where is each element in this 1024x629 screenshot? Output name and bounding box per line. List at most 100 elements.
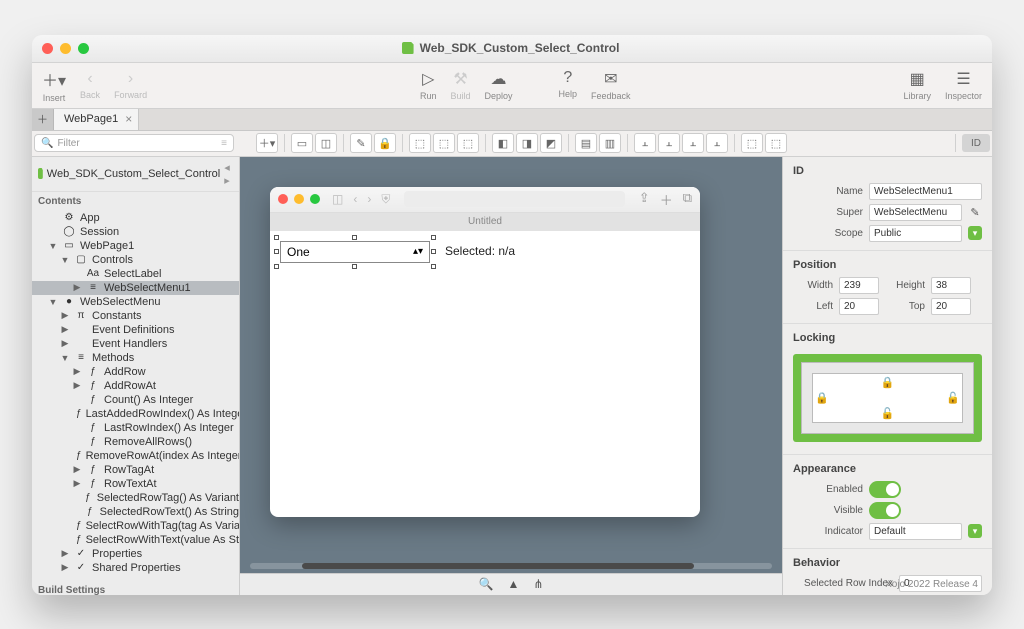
tree-item[interactable]: ƒLastRowIndex() As Integer (32, 421, 239, 435)
deploy-button[interactable]: ☁Deploy (485, 69, 513, 101)
lock-tool[interactable]: 🔒 (374, 133, 396, 153)
indicator-picker-button[interactable]: ▾ (968, 524, 982, 538)
lock-right-icon[interactable]: 🔓 (946, 391, 960, 404)
tab-webpage1[interactable]: WebPage1 (54, 109, 139, 130)
tree-item[interactable]: ▶✓Properties (32, 547, 239, 561)
enabled-label: Enabled (793, 484, 863, 495)
tree-item[interactable]: AaSelectLabel (32, 267, 239, 281)
left-field[interactable] (839, 298, 879, 315)
preview-max-button (310, 194, 320, 204)
locking-control[interactable]: 🔒 🔒 🔓 🔓 (793, 354, 982, 442)
valign-tool-3[interactable]: ⫠ (682, 133, 704, 153)
insert-button[interactable]: ＋▾Insert (42, 67, 66, 103)
run-button[interactable]: ▷Run (420, 69, 437, 101)
dist-tool-2[interactable]: ⬚ (765, 133, 787, 153)
tree-item[interactable]: ƒSelectRowWithText(value As String) (32, 533, 239, 547)
space-tool-1[interactable]: ▤ (575, 133, 597, 153)
align-tool-3[interactable]: ◩ (540, 133, 562, 153)
order-tool-2[interactable]: ⬚ (433, 133, 455, 153)
navigator-project-header[interactable]: Web_SDK_Custom_Select_Control ◂ ▸ (32, 157, 239, 192)
tree-item[interactable]: ▼≡Methods (32, 351, 239, 365)
lock-bottom-icon[interactable]: 🔓 (881, 407, 895, 420)
build-button[interactable]: ⚒Build (450, 69, 470, 101)
tree-item[interactable]: ƒSelectedRowTag() As Variant (32, 491, 239, 505)
selectlabel-control[interactable]: Selected: n/a (445, 244, 515, 258)
visible-label: Visible (793, 505, 863, 516)
space-tool-2[interactable]: ▥ (599, 133, 621, 153)
tree-item[interactable]: ▼▢Controls (32, 253, 239, 267)
tree-item[interactable]: ▶≡WebSelectMenu1 (32, 281, 239, 295)
height-field[interactable] (931, 277, 971, 294)
warnings-icon[interactable]: ▲ (508, 577, 520, 591)
navigator-filter[interactable]: 🔍 Filter ≡ (34, 134, 234, 152)
tree-item[interactable]: ▶✓Shared Properties (32, 561, 239, 575)
inspector-tab-id[interactable]: ID (962, 134, 990, 152)
feedback-button[interactable]: ✉Feedback (591, 69, 631, 101)
tree-item[interactable]: ƒSelectedRowText() As String (32, 505, 239, 519)
tree-item[interactable]: ⚙App (32, 211, 239, 225)
name-field[interactable]: WebSelectMenu1 (869, 183, 982, 200)
tree-item[interactable]: ▼●WebSelectMenu (32, 295, 239, 309)
forward-button[interactable]: ›Forward (114, 70, 147, 100)
edit-tool-1[interactable]: ✎ (350, 133, 372, 153)
window-close-button[interactable] (42, 43, 53, 54)
search-icon[interactable]: 🔍 (479, 577, 494, 591)
canvas-viewport[interactable]: ◫ ‹ › ⛨ ⇪ ＋ ⧉ Untitled (240, 157, 782, 573)
scope-field[interactable]: Public (869, 225, 962, 242)
valign-tool-2[interactable]: ⫠ (658, 133, 680, 153)
enabled-toggle[interactable] (869, 481, 901, 498)
scope-label: Scope (793, 228, 863, 239)
valign-tool-4[interactable]: ⫠ (706, 133, 728, 153)
tree-item[interactable]: ▼▭WebPage1 (32, 239, 239, 253)
layout-tool-2[interactable]: ◫ (315, 133, 337, 153)
lock-top-icon[interactable]: 🔒 (881, 376, 895, 389)
tree-item[interactable]: ▶ƒAddRowAt (32, 379, 239, 393)
valign-tool-1[interactable]: ⫠ (634, 133, 656, 153)
tree-item[interactable]: ƒSelectRowWithTag(tag As Variant) (32, 519, 239, 533)
tree-item[interactable]: ƒLastAddedRowIndex() As Integer (32, 407, 239, 421)
indicator-field[interactable]: Default (869, 523, 962, 540)
super-field[interactable]: WebSelectMenu (869, 204, 962, 221)
add-control-button[interactable]: ＋▾ (256, 133, 278, 153)
add-tab-button[interactable]: ＋ (32, 109, 54, 130)
lock-left-icon[interactable]: 🔒 (815, 391, 829, 404)
tree-item[interactable]: ▶πConstants (32, 309, 239, 323)
tree-item[interactable]: ▶ƒRowTextAt (32, 477, 239, 491)
order-tool-3[interactable]: ⬚ (457, 133, 479, 153)
top-label: Top (885, 301, 925, 312)
top-field[interactable] (931, 298, 971, 315)
name-label: Name (793, 186, 863, 197)
position-section-header: Position (783, 257, 992, 275)
visible-toggle[interactable] (869, 502, 901, 519)
webselectmenu-control[interactable]: One ▴▾ (280, 241, 430, 263)
tree-item[interactable]: ▶Event Handlers (32, 337, 239, 351)
scope-picker-button[interactable]: ▾ (968, 226, 982, 240)
align-tool-1[interactable]: ◧ (492, 133, 514, 153)
inspector-button[interactable]: ☰Inspector (945, 69, 982, 101)
tree-item[interactable]: ƒCount() As Integer (32, 393, 239, 407)
hamburger-icon[interactable]: ≡ (221, 138, 227, 149)
version-label: Xojo 2022 Release 4 (885, 579, 978, 590)
tree-item[interactable]: ▶ƒRowTagAt (32, 463, 239, 477)
library-button[interactable]: ▦Library (903, 69, 931, 101)
help-button[interactable]: ?Help (559, 69, 578, 101)
id-section-header: ID (783, 163, 992, 181)
window-minimize-button[interactable] (60, 43, 71, 54)
tree-item[interactable]: ▶ƒAddRow (32, 365, 239, 379)
window-zoom-button[interactable] (78, 43, 89, 54)
dist-tool-1[interactable]: ⬚ (741, 133, 763, 153)
horizontal-scrollbar[interactable] (250, 563, 772, 569)
layout-tool-1[interactable]: ▭ (291, 133, 313, 153)
align-tool-2[interactable]: ◨ (516, 133, 538, 153)
rss-icon[interactable]: ⋔ (533, 577, 543, 591)
back-button[interactable]: ‹Back (80, 70, 100, 100)
tree-item[interactable]: ▶Event Definitions (32, 323, 239, 337)
width-field[interactable] (839, 277, 879, 294)
tree-item[interactable]: ƒRemoveRowAt(index As Integer) (32, 449, 239, 463)
edit-super-button[interactable]: ✎ (968, 206, 982, 219)
main-toolbar: ＋▾Insert ‹Back ›Forward ▷Run ⚒Build ☁Dep… (32, 63, 992, 109)
tree-item[interactable]: ƒRemoveAllRows() (32, 435, 239, 449)
tree-item[interactable]: ◯Session (32, 225, 239, 239)
nav-history-arrows[interactable]: ◂ ▸ (224, 161, 233, 187)
order-tool-1[interactable]: ⬚ (409, 133, 431, 153)
